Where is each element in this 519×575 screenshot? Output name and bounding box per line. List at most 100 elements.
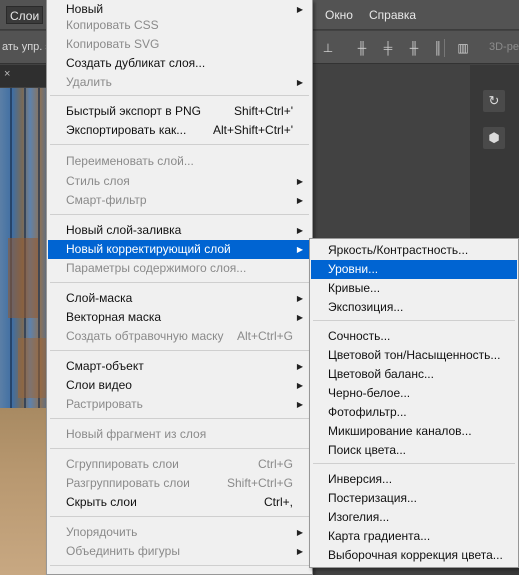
menu-divider <box>50 282 309 283</box>
menu-item-layer-content-options[interactable]: Параметры содержимого слоя... <box>48 259 311 278</box>
menu-item-label: Уровни... <box>328 262 379 276</box>
menu-item-video-layers[interactable]: Слои видео ▶ <box>48 376 311 395</box>
menu-item-label: Экспортировать как... <box>66 123 187 137</box>
menu-item-label: Сочность... <box>328 329 391 343</box>
ground-area <box>0 408 50 575</box>
submenu-item-gradient-map[interactable]: Карта градиента... <box>311 527 517 546</box>
menu-item-vector-mask[interactable]: Векторная маска ▶ <box>48 308 311 327</box>
menu-item-label: Карта градиента... <box>328 529 431 543</box>
menu-item-label: Новый фрагмент из слоя <box>66 427 207 441</box>
photoshop-window: Слои Окно Справка ать упр. э ⊥ ╫ ╪ ╫ ║ ▥… <box>0 0 519 575</box>
auto-select-label[interactable]: ать упр. э <box>2 41 51 53</box>
menu-item-export-as[interactable]: Экспортировать как... Alt+Shift+Ctrl+' <box>48 121 311 140</box>
document-tab[interactable]: × <box>0 65 50 87</box>
menu-divider <box>50 350 309 351</box>
submenu-item-posterize[interactable]: Постеризация... <box>311 489 517 508</box>
menu-item-layer-mask[interactable]: Слой-маска ▶ <box>48 289 311 308</box>
adjustment-layer-submenu: Яркость/Контрастность... Уровни... Кривы… <box>309 238 519 568</box>
menu-divider <box>313 320 515 321</box>
menu-item-label: Цветовой баланс... <box>328 367 434 381</box>
menu-item-create-clipping-mask[interactable]: Создать обтравочную маску Alt+Ctrl+G <box>48 327 311 346</box>
menu-divider <box>50 214 309 215</box>
submenu-item-exposure[interactable]: Экспозиция... <box>311 298 517 317</box>
menu-item-label: Переименовать слой... <box>66 154 194 168</box>
menu-item-label: Новый <box>66 2 104 16</box>
menu-item-shortcut: Ctrl+G <box>257 457 293 471</box>
submenu-item-color-lookup[interactable]: Поиск цвета... <box>311 441 517 460</box>
menu-divider <box>313 463 515 464</box>
menu-item-label: Упорядочить <box>66 525 138 539</box>
menu-item-new-adjustment-layer[interactable]: Новый корректирующий слой ▶ <box>48 240 311 259</box>
menu-divider <box>50 144 309 145</box>
menu-item-arrange[interactable]: Упорядочить ▶ <box>48 523 311 542</box>
menu-item-label: Копировать SVG <box>66 37 160 51</box>
submenu-item-color-balance[interactable]: Цветовой баланс... <box>311 365 517 384</box>
menu-item-rasterize[interactable]: Растрировать ▶ <box>48 395 311 414</box>
menu-item-label: Смарт-фильтр <box>66 193 147 207</box>
submenu-arrow-icon: ▶ <box>296 245 303 254</box>
submenu-item-levels[interactable]: Уровни... <box>311 260 517 279</box>
menu-divider <box>50 448 309 449</box>
menu-item-shortcut: Shift+Ctrl+G <box>226 476 293 490</box>
close-icon[interactable]: × <box>4 68 10 80</box>
menu-item-quick-export-png[interactable]: Быстрый экспорт в PNG Shift+Ctrl+' <box>48 102 311 121</box>
menu-item-layer-style[interactable]: Стиль слоя ▶ <box>48 172 311 191</box>
menu-item-label: Фотофильтр... <box>328 405 407 419</box>
submenu-arrow-icon: ▶ <box>296 400 303 409</box>
distribute-left-icon[interactable]: ╫ <box>354 40 370 56</box>
menu-item-label: Смарт-объект <box>66 359 144 373</box>
menu-item-label: Быстрый экспорт в PNG <box>66 104 201 118</box>
menu-item-label: Постеризация... <box>328 491 417 505</box>
menu-item-label: Объединить фигуры <box>66 544 180 558</box>
history-icon[interactable]: ↻ <box>483 90 505 112</box>
menu-item-new-slice-from-layer[interactable]: Новый фрагмент из слоя <box>48 425 311 444</box>
submenu-item-photo-filter[interactable]: Фотофильтр... <box>311 403 517 422</box>
menu-help[interactable]: Справка <box>366 6 419 24</box>
submenu-item-black-white[interactable]: Черно-белое... <box>311 384 517 403</box>
align-bottom-icon[interactable]: ⊥ <box>320 40 336 56</box>
submenu-item-channel-mixer[interactable]: Микширование каналов... <box>311 422 517 441</box>
submenu-item-vibrance[interactable]: Сочность... <box>311 327 517 346</box>
menu-item-copy-svg[interactable]: Копировать SVG <box>48 35 311 54</box>
menu-item-label: Кривые... <box>328 281 381 295</box>
submenu-arrow-icon: ▶ <box>296 362 303 371</box>
submenu-item-threshold[interactable]: Изогелия... <box>311 508 517 527</box>
distribute-right-icon[interactable]: ╫ <box>406 40 422 56</box>
submenu-arrow-icon: ▶ <box>296 294 303 303</box>
menu-item-smart-filter[interactable]: Смарт-фильтр ▶ <box>48 191 311 210</box>
menu-item-label: Растрировать <box>66 397 143 411</box>
menu-item-new-fill-layer[interactable]: Новый слой-заливка ▶ <box>48 221 311 240</box>
menu-item-label: Новый слой-заливка <box>66 223 182 237</box>
submenu-item-selective-color[interactable]: Выборочная коррекция цвета... <box>311 546 517 565</box>
menu-item-label: Слои видео <box>66 378 132 392</box>
menu-item-duplicate-layer[interactable]: Создать дубликат слоя... <box>48 54 311 73</box>
menu-item-label: Создать обтравочную маску <box>66 329 224 343</box>
menu-window[interactable]: Окно <box>322 6 356 24</box>
menu-item-group-layers[interactable]: Сгруппировать слои Ctrl+G <box>48 455 311 474</box>
submenu-arrow-icon: ▶ <box>296 78 303 87</box>
submenu-item-curves[interactable]: Кривые... <box>311 279 517 298</box>
3d-mode-label[interactable]: 3D-ре <box>489 41 519 53</box>
canvas-image[interactable] <box>0 88 50 575</box>
menu-item-rename-layer[interactable]: Переименовать слой... <box>48 152 311 171</box>
menu-item-label: Удалить <box>66 75 112 89</box>
menu-item-combine-shapes[interactable]: Объединить фигуры ▶ <box>48 542 311 561</box>
submenu-item-hue-saturation[interactable]: Цветовой тон/Насыщенность... <box>311 346 517 365</box>
submenu-arrow-icon: ▶ <box>296 196 303 205</box>
submenu-item-invert[interactable]: Инверсия... <box>311 470 517 489</box>
3d-object-icon[interactable]: ⬢ <box>483 127 505 149</box>
rust-patch <box>18 338 46 398</box>
menu-item-label: Экспозиция... <box>328 300 404 314</box>
menu-item-ungroup-layers[interactable]: Разгруппировать слои Shift+Ctrl+G <box>48 474 311 493</box>
menu-item-label: Копировать CSS <box>66 18 159 32</box>
auto-align-icon[interactable]: ▥ <box>455 40 471 56</box>
menu-item-copy-css[interactable]: Копировать CSS <box>48 16 311 35</box>
menu-item-smart-object[interactable]: Смарт-объект ▶ <box>48 357 311 376</box>
menu-item-delete[interactable]: Удалить ▶ <box>48 73 311 92</box>
submenu-item-brightness-contrast[interactable]: Яркость/Контрастность... <box>311 241 517 260</box>
menu-item-label: Скрыть слои <box>66 495 137 509</box>
menu-item-label: Сгруппировать слои <box>66 457 179 471</box>
menu-item-hide-layers[interactable]: Скрыть слои Ctrl+, <box>48 493 311 512</box>
distribute-center-icon[interactable]: ╪ <box>380 40 396 56</box>
menu-layers[interactable]: Слои <box>6 6 44 24</box>
